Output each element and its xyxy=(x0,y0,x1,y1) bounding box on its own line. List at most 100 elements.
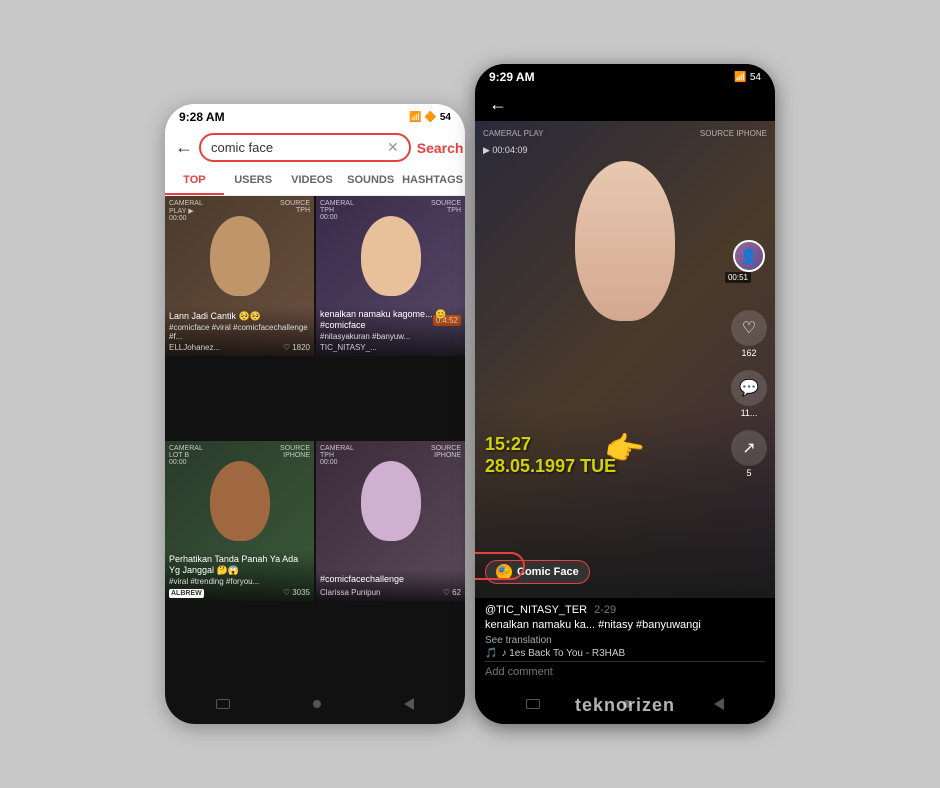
overlay-2: kenalkan namaku kagome... 😊 #comicface #… xyxy=(316,305,465,356)
video-full[interactable]: CAMERAL PLAY SOURCE IPHONE ▶ 00:04:09 15… xyxy=(475,121,775,598)
video-face xyxy=(575,161,675,321)
search-button[interactable]: Search xyxy=(417,140,464,156)
music-icon: 🎵 xyxy=(485,648,497,659)
video-thumb-1[interactable]: CAMERALPLAY ▶00:00 SOURCETPH Lann Jadi C… xyxy=(165,196,314,356)
video-hashtags-1: #comicface #viral #comicfacechallenge #f… xyxy=(169,323,310,341)
likes-1: ♡ 1820 xyxy=(283,343,310,352)
heart-icon-3: ♡ xyxy=(283,588,290,597)
back-arrow-icon[interactable]: ← xyxy=(175,137,193,158)
username-1: ELLJohanez... xyxy=(169,343,220,352)
video-title-2: kenalkan namaku kagome... 😊 #comicface xyxy=(320,309,461,332)
tab-top[interactable]: TOP xyxy=(165,167,224,195)
comments-count: 11... xyxy=(741,408,758,418)
username-4: Clarissa Punipun xyxy=(320,588,380,597)
video-thumb-2[interactable]: CAMERALTPH00:00 SOURCETPH 0:4:52 kenalka… xyxy=(316,196,465,356)
tab-users[interactable]: USERS xyxy=(224,167,283,195)
likes-4: ♡ 62 xyxy=(443,588,461,597)
right-nav-rect[interactable] xyxy=(526,699,540,709)
comment-button[interactable]: 💬 11... xyxy=(731,370,767,418)
right-top-bar: ← xyxy=(475,88,775,121)
right-signal-icon: 📶 xyxy=(734,72,746,83)
face-silhouette-4 xyxy=(361,461,421,541)
username-2: TIC_NITASY_... xyxy=(320,343,377,352)
likes-count: 162 xyxy=(741,348,756,358)
video-title-1: Lann Jadi Cantik 🥺🥺 xyxy=(169,311,310,323)
user-row-1: ELLJohanez... ♡ 1820 xyxy=(169,343,310,352)
source-label-4: SOURCEIPHONE xyxy=(431,445,461,459)
right-cameral-label: CAMERAL PLAY xyxy=(483,129,543,138)
share-button[interactable]: ↗ 5 xyxy=(731,430,767,478)
source-label-2: SOURCETPH xyxy=(431,200,461,214)
battery-icon: 54 xyxy=(440,112,451,123)
bottom-panel: @TIC_NITASY_TER 2-29 kenalkan namaku ka.… xyxy=(475,598,775,684)
tab-hashtags[interactable]: HASHTAGS xyxy=(400,167,465,195)
duration-badge: 00:51 xyxy=(725,272,751,283)
see-translation-link[interactable]: See translation xyxy=(485,635,765,646)
cameral-label-2: CAMERALTPH00:00 xyxy=(320,200,354,221)
video-grid: CAMERALPLAY ▶00:00 SOURCETPH Lann Jadi C… xyxy=(165,196,465,684)
phones-container: 9:28 AM 📶 🔶 54 ← ✕ Search TOP xyxy=(165,64,775,724)
video-description: kenalkan namaku ka... #nitasy #banyuwang… xyxy=(485,618,765,633)
right-nav-back[interactable] xyxy=(714,698,724,710)
add-comment-row[interactable] xyxy=(485,661,765,678)
search-bar-row: ← ✕ Search xyxy=(165,128,465,167)
clear-icon[interactable]: ✕ xyxy=(387,139,399,156)
video-thumb-4[interactable]: CAMERALTPH00:00 SOURCEIPHONE #comicfacec… xyxy=(316,441,465,601)
video-hashtags-3: #viral #trending #foryou... xyxy=(169,577,310,586)
video-full-bg xyxy=(475,121,775,598)
user-row-2: TIC_NITASY_... xyxy=(320,343,461,352)
right-timer: ▶ 00:04:09 xyxy=(483,145,527,156)
nav-back-icon[interactable] xyxy=(404,698,414,710)
phone-right: 9:29 AM 📶 54 ← CAMERAL PLAY xyxy=(475,64,775,724)
music-row: 🎵 ♪ 1es Back To You - R3HAB xyxy=(485,648,765,659)
shares-count: 5 xyxy=(746,468,751,478)
face-silhouette-1 xyxy=(210,216,270,296)
cameral-label-1: CAMERALPLAY ▶00:00 xyxy=(169,200,203,222)
comic-face-badge[interactable]: 🎭 Comic Face xyxy=(485,560,590,584)
left-status-icons: 📶 🔶 54 xyxy=(409,112,451,123)
right-status-icons: 📶 54 xyxy=(734,72,761,83)
face-silhouette-3 xyxy=(210,461,270,541)
comic-face-badge-label: Comic Face xyxy=(517,566,579,578)
watermark: teknorizen xyxy=(575,695,675,716)
comic-face-badge-icon: 🎭 xyxy=(496,564,512,580)
wifi-icon: 🔶 xyxy=(424,112,436,123)
nav-home-icon[interactable] xyxy=(313,700,321,708)
heart-icon-sidebar: ♡ xyxy=(731,310,767,346)
profile-avatar[interactable]: 👤 xyxy=(733,240,765,272)
signal-icon: 📶 xyxy=(409,112,421,123)
right-sidebar: 👤 00:51 ♡ 162 💬 11... ↗ 5 xyxy=(731,240,767,478)
overlay-1: Lann Jadi Cantik 🥺🥺 #comicface #viral #c… xyxy=(165,307,314,356)
tabs-row: TOP USERS VIDEOS SOUNDS HASHTAGS xyxy=(165,167,465,196)
nav-rect-icon[interactable] xyxy=(216,699,230,709)
search-input-wrapper[interactable]: ✕ xyxy=(199,133,411,162)
overlay-4: #comicfacechallenge Clarissa Punipun ♡ 6… xyxy=(316,570,465,601)
likes-3: ♡ 3035 xyxy=(283,588,310,597)
face-silhouette-2 xyxy=(361,216,421,296)
video-date-overlay: 15:27 28.05.1997 TUE xyxy=(485,434,616,477)
music-title: ♪ 1es Back To You - R3HAB xyxy=(501,648,625,659)
tab-sounds[interactable]: SOUNDS xyxy=(341,167,400,195)
heart-icon-4: ♡ xyxy=(443,588,450,597)
right-back-arrow-icon[interactable]: ← xyxy=(489,94,507,115)
like-button[interactable]: ♡ 162 xyxy=(731,310,767,358)
right-battery: 54 xyxy=(750,72,761,83)
overlay-3: Perhatikan Tanda Panah Ya Ada Yg Janggal… xyxy=(165,550,314,601)
add-comment-input[interactable] xyxy=(485,666,765,678)
username-3: ALBREW xyxy=(169,588,204,597)
tab-videos[interactable]: VIDEOS xyxy=(283,167,342,195)
user-info-row: @TIC_NITASY_TER 2-29 xyxy=(485,604,765,616)
video-thumb-3[interactable]: CAMERALLOT B00:00 SOURCEIPHONE Perhatika… xyxy=(165,441,314,601)
comic-face-area: 🎭 Comic Face xyxy=(485,560,590,588)
source-label-1: SOURCETPH xyxy=(280,200,310,214)
phone-left: 9:28 AM 📶 🔶 54 ← ✕ Search TOP xyxy=(165,104,465,724)
left-bottom-nav xyxy=(165,684,465,724)
source-label-3: SOURCEIPHONE xyxy=(280,445,310,459)
search-input[interactable] xyxy=(211,140,387,155)
video-title-3: Perhatikan Tanda Panah Ya Ada Yg Janggal… xyxy=(169,554,310,577)
comment-icon: 💬 xyxy=(731,370,767,406)
video-username: @TIC_NITASY_TER xyxy=(485,604,587,616)
right-time: 9:29 AM xyxy=(489,70,535,84)
heart-icon-1: ♡ xyxy=(283,343,290,352)
right-source-label: SOURCE IPHONE xyxy=(700,129,767,138)
